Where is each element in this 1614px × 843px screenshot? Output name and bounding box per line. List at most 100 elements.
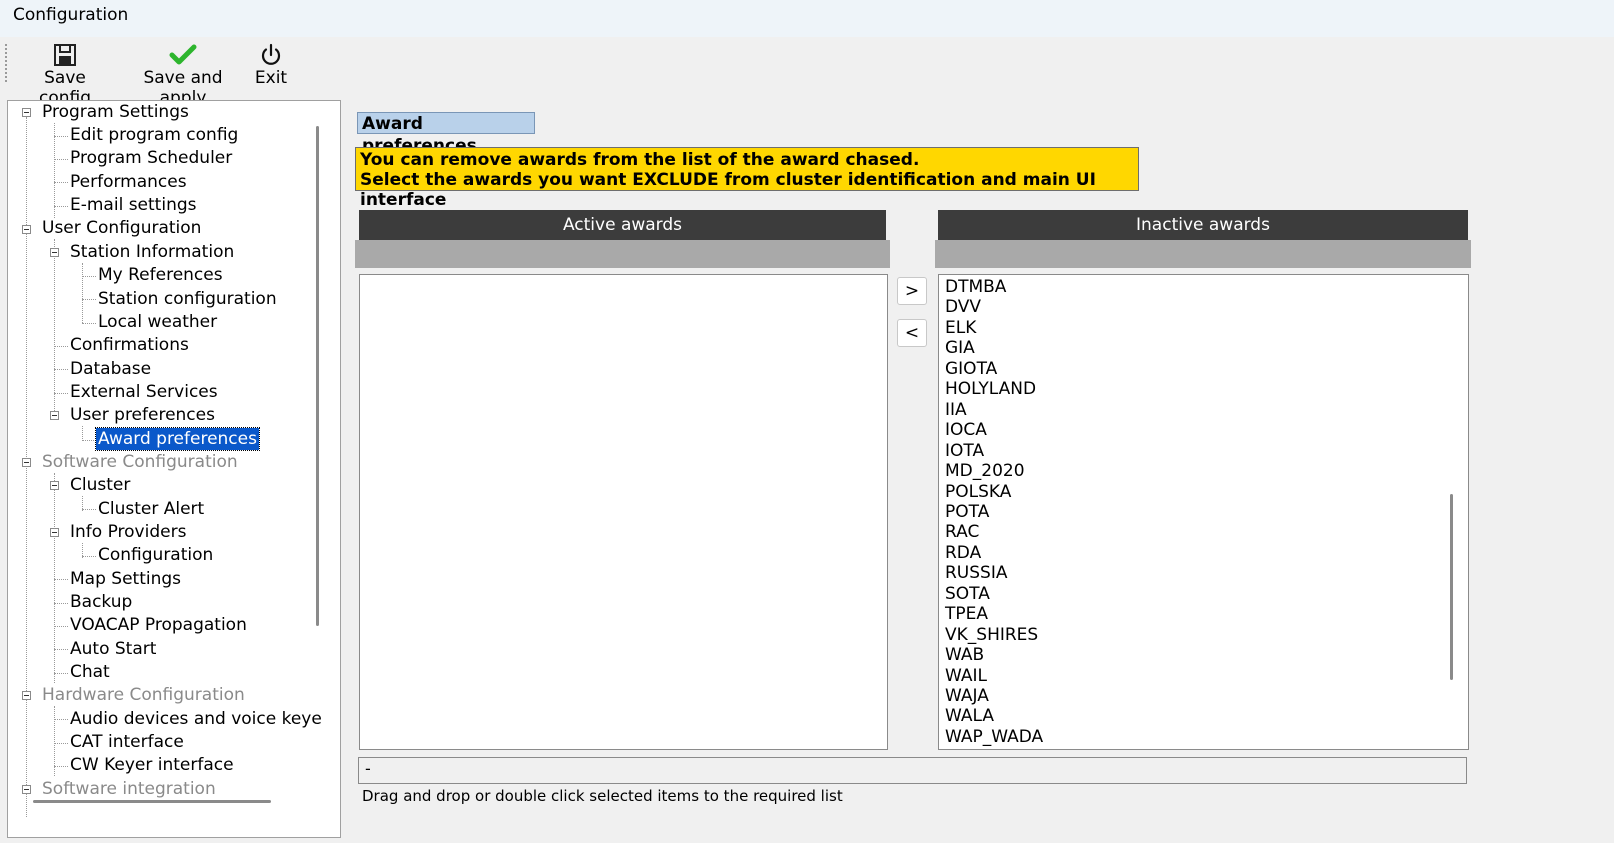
award-list-item[interactable]: GIOTA — [945, 359, 997, 379]
tree-item-chat[interactable]: Chat — [70, 661, 110, 683]
tree-horizontal-scrollbar[interactable] — [33, 800, 271, 803]
tree-item-cluster[interactable]: Cluster — [70, 474, 130, 496]
move-right-button[interactable]: > — [897, 277, 927, 305]
settings-tree[interactable]: Program Settings Edit program config Pro… — [7, 100, 341, 838]
award-list-item[interactable]: ELK — [945, 318, 976, 338]
tree-line — [54, 743, 68, 744]
award-list-item[interactable]: WAIL — [945, 666, 987, 686]
status-field: - — [358, 757, 1467, 784]
collapse-icon[interactable] — [50, 248, 59, 257]
tree-item-software-integration[interactable]: Software integration — [42, 778, 216, 800]
tree-line — [54, 239, 55, 419]
collapse-icon[interactable] — [22, 785, 31, 794]
tree-item-info-providers[interactable]: Info Providers — [70, 521, 186, 543]
award-list-item[interactable]: SOTA — [945, 584, 990, 604]
award-list-item[interactable]: GIA — [945, 338, 975, 358]
award-list-item[interactable]: IIA — [945, 400, 967, 420]
section-title: Award preferences — [357, 112, 535, 156]
tree-vertical-scrollbar[interactable] — [316, 126, 319, 626]
collapse-icon[interactable] — [50, 481, 59, 490]
tree-item-award-preferences[interactable]: Award preferences — [95, 427, 260, 451]
tree-item-my-references[interactable]: My References — [98, 264, 223, 286]
award-list-item[interactable]: POTA — [945, 502, 989, 522]
tree-line — [26, 117, 27, 817]
active-awards-filter-bar — [355, 240, 890, 268]
award-list-item[interactable]: IOCA — [945, 420, 987, 440]
tree-item-edit-program-config[interactable]: Edit program config — [70, 124, 238, 146]
tree-item-user-preferences[interactable]: User preferences — [70, 404, 215, 426]
tree-item-cat-interface[interactable]: CAT interface — [70, 731, 184, 753]
tree-item-software-configuration[interactable]: Software Configuration — [42, 451, 238, 473]
award-list-item[interactable]: TPEA — [945, 604, 988, 624]
active-awards-list[interactable] — [359, 274, 888, 750]
award-list-item[interactable]: RAC — [945, 522, 979, 542]
tree-line — [54, 346, 68, 347]
tree-line — [82, 556, 96, 557]
tree-item-confirmations[interactable]: Confirmations — [70, 334, 189, 356]
award-list-item[interactable]: VK_SHIRES — [945, 625, 1038, 645]
tree-item-user-configuration[interactable]: User Configuration — [42, 217, 201, 239]
inactive-list-scrollbar[interactable] — [1450, 494, 1453, 680]
inactive-awards-filter-bar — [935, 240, 1471, 268]
tree-item-station-configuration[interactable]: Station configuration — [98, 288, 277, 310]
hint-text: Drag and drop or double click selected i… — [362, 787, 843, 805]
tree-item-station-information[interactable]: Station Information — [70, 241, 234, 263]
tree-line — [54, 182, 68, 183]
tree-item-program-settings[interactable]: Program Settings — [42, 101, 189, 123]
exit-button[interactable]: Exit — [252, 42, 290, 92]
tree-item-voacap-propagation[interactable]: VOACAP Propagation — [70, 614, 247, 636]
tree-line — [54, 603, 68, 604]
tree-line — [82, 276, 96, 277]
tree-item-hardware-configuration[interactable]: Hardware Configuration — [42, 684, 245, 706]
info-line-1: You can remove awards from the list of t… — [360, 150, 920, 170]
tree-item-program-scheduler[interactable]: Program Scheduler — [70, 147, 232, 169]
award-list-item[interactable]: HOLYLAND — [945, 379, 1036, 399]
inactive-awards-header: Inactive awards — [938, 210, 1468, 240]
tree-item-external-services[interactable]: External Services — [70, 381, 218, 403]
tree-line — [54, 369, 68, 370]
tree-item-email-settings[interactable]: E-mail settings — [70, 194, 197, 216]
tree-item-audio-devices[interactable]: Audio devices and voice keye — [70, 708, 322, 730]
tree-item-map-settings[interactable]: Map Settings — [70, 568, 181, 590]
toolbar-grip[interactable] — [5, 44, 7, 84]
award-list-item[interactable]: WAB — [945, 645, 984, 665]
move-left-button[interactable]: < — [897, 319, 927, 347]
collapse-icon[interactable] — [22, 225, 31, 234]
award-list-item[interactable]: RDA — [945, 543, 981, 563]
tree-line — [54, 719, 68, 720]
award-list-item[interactable]: RUSSIA — [945, 563, 1007, 583]
tree-item-cluster-alert[interactable]: Cluster Alert — [98, 498, 204, 520]
tree-item-local-weather[interactable]: Local weather — [98, 311, 217, 333]
collapse-icon[interactable] — [22, 108, 31, 117]
award-list-item[interactable]: WALA — [945, 706, 994, 726]
tree-item-database[interactable]: Database — [70, 358, 151, 380]
save-config-button[interactable]: Save config — [17, 42, 113, 108]
tree-item-backup[interactable]: Backup — [70, 591, 132, 613]
award-list-item[interactable]: DVV — [945, 297, 981, 317]
info-box: You can remove awards from the list of t… — [355, 147, 1139, 210]
tree-line — [54, 206, 68, 207]
exit-label: Exit — [254, 68, 288, 88]
award-list-item[interactable]: IOTA — [945, 441, 984, 461]
tree-item-cw-keyer-interface[interactable]: CW Keyer interface — [70, 754, 234, 776]
collapse-icon[interactable] — [50, 528, 59, 537]
tree-item-auto-start[interactable]: Auto Start — [70, 638, 156, 660]
award-list-item[interactable]: MD_2020 — [945, 461, 1025, 481]
tree-item-configuration[interactable]: Configuration — [98, 544, 213, 566]
tree-line — [54, 393, 68, 394]
check-icon — [169, 44, 197, 65]
save-and-apply-button[interactable]: Save and apply — [120, 42, 246, 108]
info-line-2: Select the awards you want EXCLUDE from … — [360, 170, 1096, 210]
award-list-item[interactable]: POLSKA — [945, 482, 1011, 502]
tree-line — [82, 299, 96, 300]
window-title: Configuration — [13, 5, 129, 25]
award-list-item[interactable]: DTMBA — [945, 277, 1006, 297]
collapse-icon[interactable] — [22, 458, 31, 467]
tree-line — [54, 673, 68, 674]
collapse-icon[interactable] — [50, 411, 59, 420]
inactive-awards-list[interactable]: DTMBA DVV ELK GIA GIOTA HOLYLAND IIA IOCA IOTA MD… — [938, 274, 1469, 750]
award-list-item[interactable]: WAJA — [945, 686, 989, 706]
collapse-icon[interactable] — [22, 691, 31, 700]
tree-item-performances[interactable]: Performances — [70, 171, 187, 193]
award-list-item[interactable]: WAP_WADA — [945, 727, 1043, 747]
